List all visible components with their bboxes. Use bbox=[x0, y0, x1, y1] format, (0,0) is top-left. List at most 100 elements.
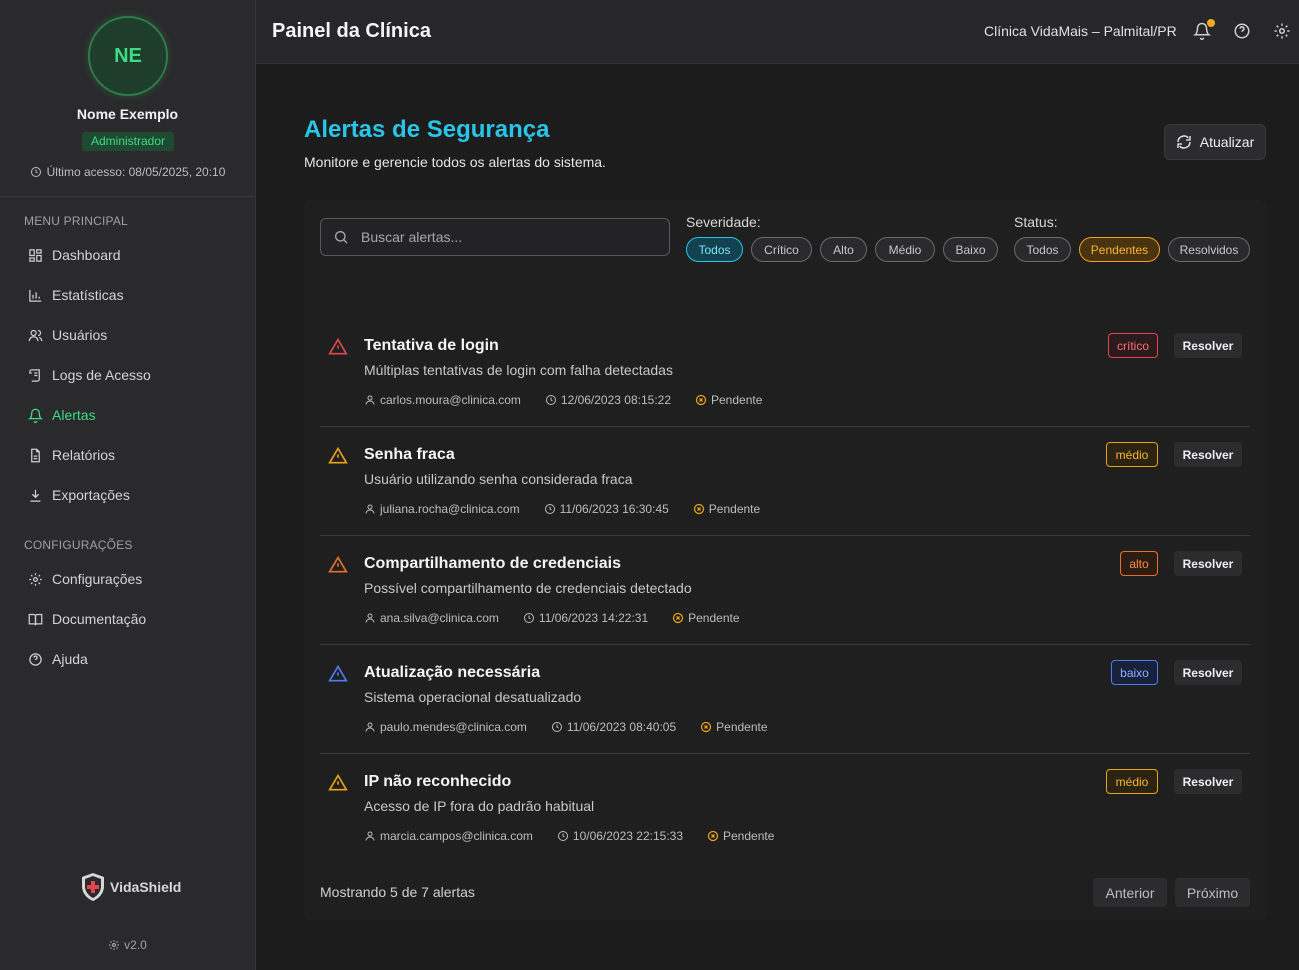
app-version: v2.0 bbox=[0, 938, 255, 952]
book-icon bbox=[28, 613, 43, 625]
search-icon bbox=[335, 231, 348, 244]
alert-datetime-text: 11/06/2023 14:22:31 bbox=[538, 611, 649, 625]
sidebar-item-configuracoes[interactable]: Configurações bbox=[28, 568, 142, 590]
sidebar-item-label: Logs de Acesso bbox=[52, 367, 151, 383]
alert-description: Múltiplas tentativas de login com falha … bbox=[364, 362, 673, 378]
warning-triangle-icon bbox=[328, 773, 348, 791]
search-input[interactable] bbox=[361, 229, 651, 245]
refresh-label: Atualizar bbox=[1199, 134, 1255, 150]
clock-icon bbox=[544, 504, 555, 514]
sidebar-item-label: Dashboard bbox=[52, 247, 121, 263]
grid-icon bbox=[29, 248, 42, 262]
alert-item: Compartilhamento de credenciais Possível… bbox=[320, 536, 1250, 645]
sidebar-item-logs[interactable]: Logs de Acesso bbox=[28, 364, 151, 386]
refresh-icon bbox=[1177, 135, 1191, 149]
notification-dot bbox=[1207, 19, 1215, 27]
pending-circle-icon bbox=[673, 612, 684, 624]
previous-page-button[interactable]: Anterior bbox=[1093, 878, 1167, 907]
severity-filter-label: Severidade: bbox=[686, 214, 761, 230]
help-icon[interactable] bbox=[1233, 22, 1251, 40]
alert-title: Atualização necessária bbox=[364, 664, 541, 681]
alert-title: Compartilhamento de credenciais bbox=[364, 555, 621, 572]
alert-datetime: 11/06/2023 08:40:05 bbox=[551, 720, 676, 734]
status-chip-todos[interactable]: Todos bbox=[1014, 237, 1071, 262]
sidebar-item-ajuda[interactable]: Ajuda bbox=[28, 648, 88, 670]
sidebar-item-alertas[interactable]: Alertas bbox=[28, 404, 96, 426]
sidebar-item-usuarios[interactable]: Usuários bbox=[28, 324, 107, 346]
sidebar-item-estatisticas[interactable]: Estatísticas bbox=[28, 284, 124, 306]
next-page-button[interactable]: Próximo bbox=[1175, 878, 1250, 907]
severity-badge: alto bbox=[1120, 551, 1158, 576]
alert-description: Acesso de IP fora do padrão habitual bbox=[364, 798, 595, 814]
alert-meta: ana.silva@clinica.com 11/06/2023 14:22:3… bbox=[364, 611, 740, 625]
alert-meta: paulo.mendes@clinica.com 11/06/2023 08:4… bbox=[364, 720, 768, 734]
user-icon bbox=[365, 831, 375, 841]
severity-badge: crítico bbox=[1108, 333, 1158, 358]
alert-user: ana.silva@clinica.com bbox=[364, 611, 499, 625]
alert-item: Atualização necessária Sistema operacion… bbox=[320, 645, 1250, 754]
alert-item: IP não reconhecido Acesso de IP fora do … bbox=[320, 754, 1250, 863]
resolve-button[interactable]: Resolver bbox=[1174, 442, 1242, 467]
brand-name: VidaShield bbox=[110, 879, 182, 895]
status-chip-resolvidos[interactable]: Resolvidos bbox=[1168, 237, 1250, 262]
user-icon bbox=[365, 722, 375, 732]
user-profile: NE Nome Exemplo Administrador Último ace… bbox=[0, 0, 255, 197]
sidebar-item-label: Ajuda bbox=[52, 651, 88, 667]
gear-icon[interactable] bbox=[1273, 22, 1291, 40]
alert-user: marcia.campos@clinica.com bbox=[364, 829, 533, 843]
alert-user: carlos.moura@clinica.com bbox=[364, 393, 521, 407]
users-icon bbox=[28, 329, 43, 341]
page-subtitle: Monitore e gerencie todos os alertas do … bbox=[304, 154, 606, 170]
resolve-button[interactable]: Resolver bbox=[1174, 333, 1242, 358]
version-text: v2.0 bbox=[124, 938, 147, 952]
alert-description: Sistema operacional desatualizado bbox=[364, 689, 582, 705]
sidebar-item-exportacoes[interactable]: Exportações bbox=[28, 484, 130, 506]
page-title: Alertas de Segurança bbox=[304, 116, 550, 143]
sidebar-item-relatorios[interactable]: Relatórios bbox=[28, 444, 115, 466]
alert-status: Pendente bbox=[700, 720, 768, 734]
alert-user-text: marcia.campos@clinica.com bbox=[380, 829, 533, 843]
alert-user: paulo.mendes@clinica.com bbox=[364, 720, 527, 734]
search-box[interactable] bbox=[320, 218, 670, 256]
last-access: Último acesso: 08/05/2025, 20:10 bbox=[0, 165, 255, 179]
bell-icon bbox=[28, 408, 43, 423]
severity-chip-todos[interactable]: Todos bbox=[686, 237, 743, 262]
severity-badge: baixo bbox=[1111, 660, 1158, 685]
file-icon bbox=[31, 448, 40, 462]
avatar[interactable]: NE bbox=[88, 16, 168, 96]
alert-user-text: juliana.rocha@clinica.com bbox=[380, 502, 520, 516]
refresh-button[interactable]: Atualizar bbox=[1164, 124, 1266, 160]
sidebar-item-label: Configurações bbox=[52, 571, 143, 587]
severity-chip-alto[interactable]: Alto bbox=[820, 237, 867, 262]
sidebar-item-label: Alertas bbox=[52, 407, 96, 423]
alert-item: Tentativa de login Múltiplas tentativas … bbox=[320, 318, 1250, 427]
shield-icon bbox=[82, 873, 104, 901]
bar-chart-icon bbox=[29, 289, 42, 302]
sidebar-item-documentacao[interactable]: Documentação bbox=[28, 608, 146, 630]
alert-title: IP não reconhecido bbox=[364, 773, 512, 790]
alert-item: Senha fraca Usuário utilizando senha con… bbox=[320, 427, 1250, 536]
sidebar-item-dashboard[interactable]: Dashboard bbox=[28, 244, 121, 266]
pending-circle-icon bbox=[701, 721, 712, 733]
severity-chip-critico[interactable]: Crítico bbox=[751, 237, 812, 262]
sidebar-item-label: Relatórios bbox=[52, 447, 116, 463]
severity-chip-medio[interactable]: Médio bbox=[875, 237, 935, 262]
resolve-button[interactable]: Resolver bbox=[1174, 769, 1242, 794]
pending-circle-icon bbox=[695, 394, 707, 406]
pending-circle-icon bbox=[707, 830, 719, 842]
warning-triangle-icon bbox=[328, 446, 348, 464]
severity-chip-baixo[interactable]: Baixo bbox=[943, 237, 998, 262]
resolve-button[interactable]: Resolver bbox=[1174, 660, 1242, 685]
sidebar-item-label: Usuários bbox=[52, 327, 108, 343]
section-main-menu: MENU PRINCIPAL bbox=[24, 214, 128, 228]
clock-icon bbox=[30, 167, 41, 177]
resolve-button[interactable]: Resolver bbox=[1174, 551, 1242, 576]
alert-status: Pendente bbox=[695, 393, 762, 407]
status-chip-pendentes[interactable]: Pendentes bbox=[1079, 237, 1160, 262]
clinic-name: Clínica VidaMais – Palmital/PR bbox=[984, 23, 1177, 39]
sidebar-item-label: Exportações bbox=[52, 487, 130, 503]
alert-datetime-text: 11/06/2023 08:40:05 bbox=[566, 720, 677, 734]
alert-status: Pendente bbox=[693, 502, 760, 516]
scroll-icon bbox=[29, 368, 40, 382]
download-icon bbox=[30, 489, 41, 502]
